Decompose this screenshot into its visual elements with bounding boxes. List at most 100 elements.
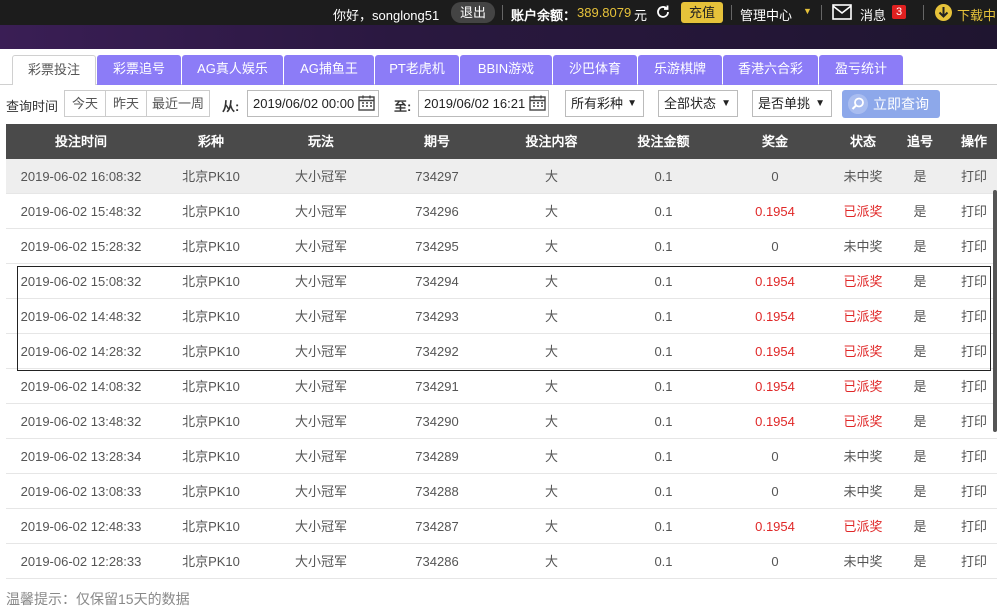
period-cell: 734288 [415, 484, 459, 499]
lottery-type-cell: 北京PK10 [182, 309, 240, 324]
from-label: 从: [222, 99, 240, 114]
lottery-type-value: 所有彩种 [571, 96, 624, 111]
divider [502, 5, 503, 20]
print-link[interactable]: 打印 [942, 509, 997, 544]
logout-button[interactable]: 退出 [451, 2, 495, 23]
tab-bbin-games[interactable]: BBIN游戏 [460, 55, 552, 85]
query-time-label: 查询时间 [6, 99, 59, 114]
prize-cell: 0 [771, 239, 779, 254]
print-link[interactable]: 打印 [942, 544, 997, 579]
tab-lottery-chase[interactable]: 彩票追号 [97, 55, 181, 85]
status-cell: 未中奖 [843, 484, 883, 499]
period-cell: 734291 [415, 379, 459, 394]
table-row: 2019-06-02 12:28:33 北京PK10 大小冠军 734286 大 0.1 0… [6, 544, 997, 579]
print-link[interactable]: 打印 [942, 404, 997, 439]
table-row: 2019-06-02 12:48:33 北京PK10 大小冠军 734287 大 0.1 0… [6, 509, 997, 544]
column-header: 操作 [960, 134, 987, 149]
column-header: 奖金 [761, 134, 788, 149]
tab-profit-stats[interactable]: 盈亏统计 [819, 55, 903, 85]
print-link[interactable]: 打印 [942, 159, 997, 194]
bet-time-cell: 2019-06-02 13:08:33 [20, 484, 142, 499]
bet-content-cell: 大 [544, 169, 558, 184]
bet-amount-cell: 0.1 [654, 379, 673, 394]
status-cell: 已派奖 [843, 274, 883, 289]
column-header: 彩种 [197, 134, 224, 149]
tab-pt-slots[interactable]: PT老虎机 [375, 55, 459, 85]
today-button[interactable]: 今天 [64, 90, 106, 117]
print-link[interactable]: 打印 [942, 439, 997, 474]
print-link[interactable]: 打印 [942, 299, 997, 334]
message-count-badge: 3 [892, 5, 907, 19]
prize-cell: 0.1954 [755, 309, 795, 324]
status-cell: 已派奖 [843, 344, 883, 359]
calendar-icon[interactable] [529, 95, 546, 111]
print-link[interactable]: 打印 [942, 264, 997, 299]
play-type-cell: 大小冠军 [294, 379, 347, 394]
prize-cell: 0 [771, 169, 779, 184]
chase-cell: 是 [913, 204, 927, 219]
table-row: 2019-06-02 16:08:32 北京PK10 大小冠军 734297 大 0.1 0… [6, 159, 997, 194]
bet-time-cell: 2019-06-02 12:28:33 [20, 554, 142, 569]
column-header: 状态 [849, 134, 876, 149]
bet-amount-cell: 0.1 [654, 204, 673, 219]
play-type-cell: 大小冠军 [294, 414, 347, 429]
print-link[interactable]: 打印 [942, 334, 997, 369]
caret-down-icon: ▼ [721, 98, 731, 109]
to-label: 至: [394, 99, 412, 114]
lottery-type-select[interactable]: 所有彩种 ▼ [565, 90, 644, 117]
download-icon[interactable] [934, 3, 953, 22]
bet-amount-cell: 0.1 [654, 519, 673, 534]
download-link[interactable]: 下载中 [957, 5, 996, 24]
management-center-menu[interactable]: 管理中心 [740, 5, 792, 24]
status-select[interactable]: 全部状态 ▼ [658, 90, 738, 117]
column-header: 投注金额 [637, 134, 690, 149]
period-cell: 734297 [415, 169, 459, 184]
bet-time-cell: 2019-06-02 15:08:32 [20, 274, 142, 289]
bet-time-cell: 2019-06-02 16:08:32 [20, 169, 142, 184]
tab-ag-fishing[interactable]: AG捕鱼王 [284, 55, 374, 85]
status-cell: 未中奖 [843, 449, 883, 464]
print-link[interactable]: 打印 [942, 369, 997, 404]
yesterday-button[interactable]: 昨天 [105, 90, 147, 117]
print-link[interactable]: 打印 [942, 474, 997, 509]
tab-saba-sports[interactable]: 沙巴体育 [553, 55, 637, 85]
prize-cell: 0.1954 [755, 379, 795, 394]
print-link[interactable]: 打印 [942, 194, 997, 229]
lottery-type-cell: 北京PK10 [182, 414, 240, 429]
tab-lottery-bets[interactable]: 彩票投注 [12, 55, 96, 85]
bet-amount-cell: 0.1 [654, 449, 673, 464]
tab-hk-mark-six[interactable]: 香港六合彩 [723, 55, 818, 85]
balance-value: 389.8079 [577, 5, 632, 20]
bet-content-cell: 大 [544, 449, 558, 464]
period-cell: 734292 [415, 344, 459, 359]
bet-amount-cell: 0.1 [654, 554, 673, 569]
search-button[interactable]: 立即查询 [842, 90, 940, 118]
lottery-type-cell: 北京PK10 [182, 519, 240, 534]
single-pick-select[interactable]: 是否单挑 ▼ [752, 90, 832, 117]
lottery-type-cell: 北京PK10 [182, 449, 240, 464]
print-link[interactable]: 打印 [942, 229, 997, 264]
play-type-cell: 大小冠军 [294, 239, 347, 254]
calendar-icon[interactable] [358, 95, 375, 111]
scrollbar[interactable] [993, 190, 997, 432]
period-cell: 734294 [415, 274, 459, 289]
play-type-cell: 大小冠军 [294, 274, 347, 289]
recharge-button[interactable]: 充值 [681, 2, 723, 23]
tab-ag-live[interactable]: AG真人娱乐 [182, 55, 283, 85]
play-type-cell: 大小冠军 [294, 554, 347, 569]
messages-link[interactable]: 消息 [860, 5, 886, 24]
last-week-button[interactable]: 最近一周 [146, 90, 210, 117]
bet-time-cell: 2019-06-02 15:28:32 [20, 239, 142, 254]
bet-time-cell: 2019-06-02 14:48:32 [20, 309, 142, 324]
mail-icon[interactable] [832, 4, 852, 20]
lottery-type-cell: 北京PK10 [182, 344, 240, 359]
chase-cell: 是 [913, 414, 927, 429]
tab-leyou-chess[interactable]: 乐游棋牌 [638, 55, 722, 85]
prize-cell: 0.1954 [755, 204, 795, 219]
chase-cell: 是 [913, 379, 927, 394]
bet-amount-cell: 0.1 [654, 309, 673, 324]
chase-cell: 是 [913, 344, 927, 359]
play-type-cell: 大小冠军 [294, 169, 347, 184]
refresh-icon[interactable] [654, 3, 672, 21]
play-type-cell: 大小冠军 [294, 484, 347, 499]
